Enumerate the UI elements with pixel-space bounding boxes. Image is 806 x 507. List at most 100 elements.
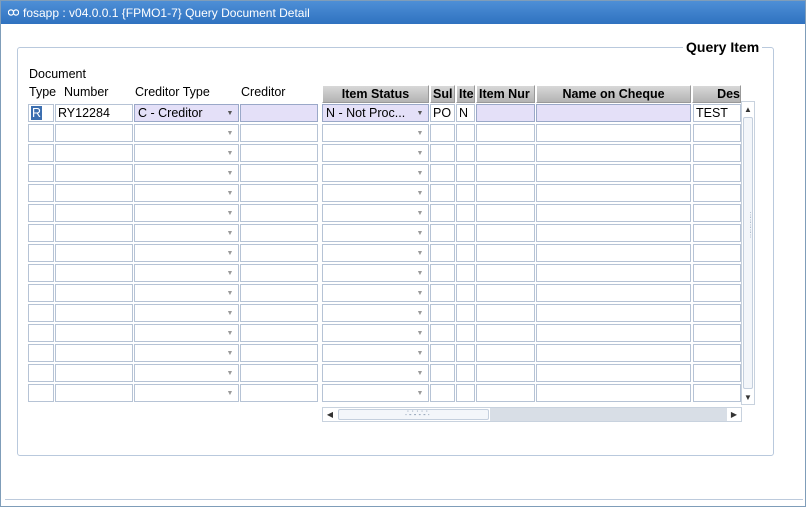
sub-cell[interactable] — [430, 284, 455, 302]
creditor-cell[interactable] — [240, 124, 318, 142]
number-cell[interactable] — [55, 344, 133, 362]
item-number-cell[interactable] — [476, 304, 535, 322]
sub-cell[interactable] — [430, 164, 455, 182]
creditor-type-dropdown[interactable]: ▼ — [134, 184, 239, 202]
creditor-cell[interactable] — [240, 304, 318, 322]
item-cell[interactable]: N — [456, 104, 475, 122]
item-status-dropdown[interactable]: ▼ — [322, 344, 429, 362]
description-cell[interactable] — [693, 184, 741, 202]
creditor-type-dropdown[interactable]: ▼ — [134, 164, 239, 182]
item-cell[interactable] — [456, 184, 475, 202]
name-on-cheque-cell[interactable] — [536, 184, 691, 202]
item-number-cell[interactable] — [476, 324, 535, 342]
creditor-cell[interactable] — [240, 384, 318, 402]
creditor-cell[interactable] — [240, 204, 318, 222]
chevron-down-icon[interactable]: ▼ — [222, 145, 238, 161]
item-cell[interactable] — [456, 244, 475, 262]
chevron-down-icon[interactable]: ▼ — [412, 205, 428, 221]
number-cell[interactable]: RY12284 — [55, 104, 133, 122]
number-cell[interactable] — [55, 204, 133, 222]
item-status-dropdown[interactable]: ▼ — [322, 144, 429, 162]
creditor-cell[interactable] — [240, 324, 318, 342]
chevron-down-icon[interactable]: ▼ — [412, 185, 428, 201]
name-on-cheque-cell[interactable] — [536, 244, 691, 262]
chevron-down-icon[interactable]: ▼ — [222, 285, 238, 301]
description-cell[interactable] — [693, 284, 741, 302]
chevron-down-icon[interactable]: ▼ — [412, 245, 428, 261]
creditor-cell[interactable] — [240, 224, 318, 242]
creditor-type-dropdown[interactable]: C - Creditor ▼ — [134, 104, 239, 122]
number-cell[interactable] — [55, 164, 133, 182]
scroll-up-arrow-icon[interactable]: ▲ — [742, 102, 754, 116]
creditor-cell[interactable] — [240, 184, 318, 202]
sub-cell[interactable] — [430, 224, 455, 242]
item-cell[interactable] — [456, 164, 475, 182]
name-on-cheque-cell[interactable] — [536, 284, 691, 302]
creditor-cell[interactable] — [240, 104, 318, 122]
item-cell[interactable] — [456, 324, 475, 342]
item-status-dropdown[interactable]: ▼ — [322, 304, 429, 322]
chevron-down-icon[interactable]: ▼ — [222, 185, 238, 201]
item-status-dropdown[interactable]: ▼ — [322, 244, 429, 262]
item-number-cell[interactable] — [476, 124, 535, 142]
creditor-type-dropdown[interactable]: ▼ — [134, 124, 239, 142]
number-cell[interactable] — [55, 184, 133, 202]
item-number-cell[interactable] — [476, 264, 535, 282]
number-cell[interactable] — [55, 224, 133, 242]
name-on-cheque-cell[interactable] — [536, 344, 691, 362]
name-on-cheque-cell[interactable] — [536, 324, 691, 342]
chevron-down-icon[interactable]: ▼ — [412, 145, 428, 161]
number-cell[interactable] — [55, 304, 133, 322]
description-cell[interactable] — [693, 204, 741, 222]
item-status-dropdown[interactable]: ▼ — [322, 164, 429, 182]
name-on-cheque-cell[interactable] — [536, 304, 691, 322]
item-number-cell[interactable] — [476, 244, 535, 262]
chevron-down-icon[interactable]: ▼ — [412, 285, 428, 301]
sub-header[interactable]: Sul — [430, 85, 455, 103]
item-number-cell[interactable] — [476, 104, 535, 122]
type-cell[interactable] — [28, 164, 54, 182]
item-status-dropdown[interactable]: ▼ — [322, 324, 429, 342]
sub-cell[interactable] — [430, 244, 455, 262]
item-cell[interactable] — [456, 344, 475, 362]
item-cell[interactable] — [456, 284, 475, 302]
description-cell[interactable]: TEST — [693, 104, 741, 122]
chevron-down-icon[interactable]: ▼ — [222, 385, 238, 401]
scroll-track[interactable] — [490, 408, 727, 421]
number-cell[interactable] — [55, 284, 133, 302]
type-cell[interactable]: R — [28, 104, 54, 122]
sub-cell[interactable] — [430, 324, 455, 342]
creditor-type-dropdown[interactable]: ▼ — [134, 144, 239, 162]
creditor-type-dropdown[interactable]: ▼ — [134, 364, 239, 382]
description-cell[interactable] — [693, 224, 741, 242]
chevron-down-icon[interactable]: ▼ — [412, 305, 428, 321]
chevron-down-icon[interactable]: ▼ — [412, 385, 428, 401]
creditor-type-dropdown[interactable]: ▼ — [134, 324, 239, 342]
number-cell[interactable] — [55, 364, 133, 382]
creditor-type-dropdown[interactable]: ▼ — [134, 264, 239, 282]
scroll-left-arrow-icon[interactable]: ◀ — [323, 408, 337, 421]
creditor-type-dropdown[interactable]: ▼ — [134, 204, 239, 222]
chevron-down-icon[interactable]: ▼ — [412, 365, 428, 381]
creditor-cell[interactable] — [240, 264, 318, 282]
creditor-type-dropdown[interactable]: ▼ — [134, 344, 239, 362]
name-on-cheque-cell[interactable] — [536, 144, 691, 162]
item-header[interactable]: Ite — [456, 85, 475, 103]
item-status-dropdown[interactable]: ▼ — [322, 364, 429, 382]
item-status-header[interactable]: Item Status — [322, 85, 429, 103]
creditor-type-dropdown[interactable]: ▼ — [134, 224, 239, 242]
item-number-cell[interactable] — [476, 184, 535, 202]
type-cell[interactable] — [28, 344, 54, 362]
type-cell[interactable] — [28, 384, 54, 402]
item-status-dropdown[interactable]: N - Not Proc... ▼ — [322, 104, 429, 122]
item-cell[interactable] — [456, 364, 475, 382]
type-cell[interactable] — [28, 284, 54, 302]
name-on-cheque-cell[interactable] — [536, 104, 691, 122]
chevron-down-icon[interactable]: ▼ — [222, 205, 238, 221]
name-on-cheque-header[interactable]: Name on Cheque — [536, 85, 691, 103]
type-cell[interactable] — [28, 144, 54, 162]
creditor-cell[interactable] — [240, 144, 318, 162]
description-cell[interactable] — [693, 324, 741, 342]
item-status-dropdown[interactable]: ▼ — [322, 284, 429, 302]
name-on-cheque-cell[interactable] — [536, 364, 691, 382]
